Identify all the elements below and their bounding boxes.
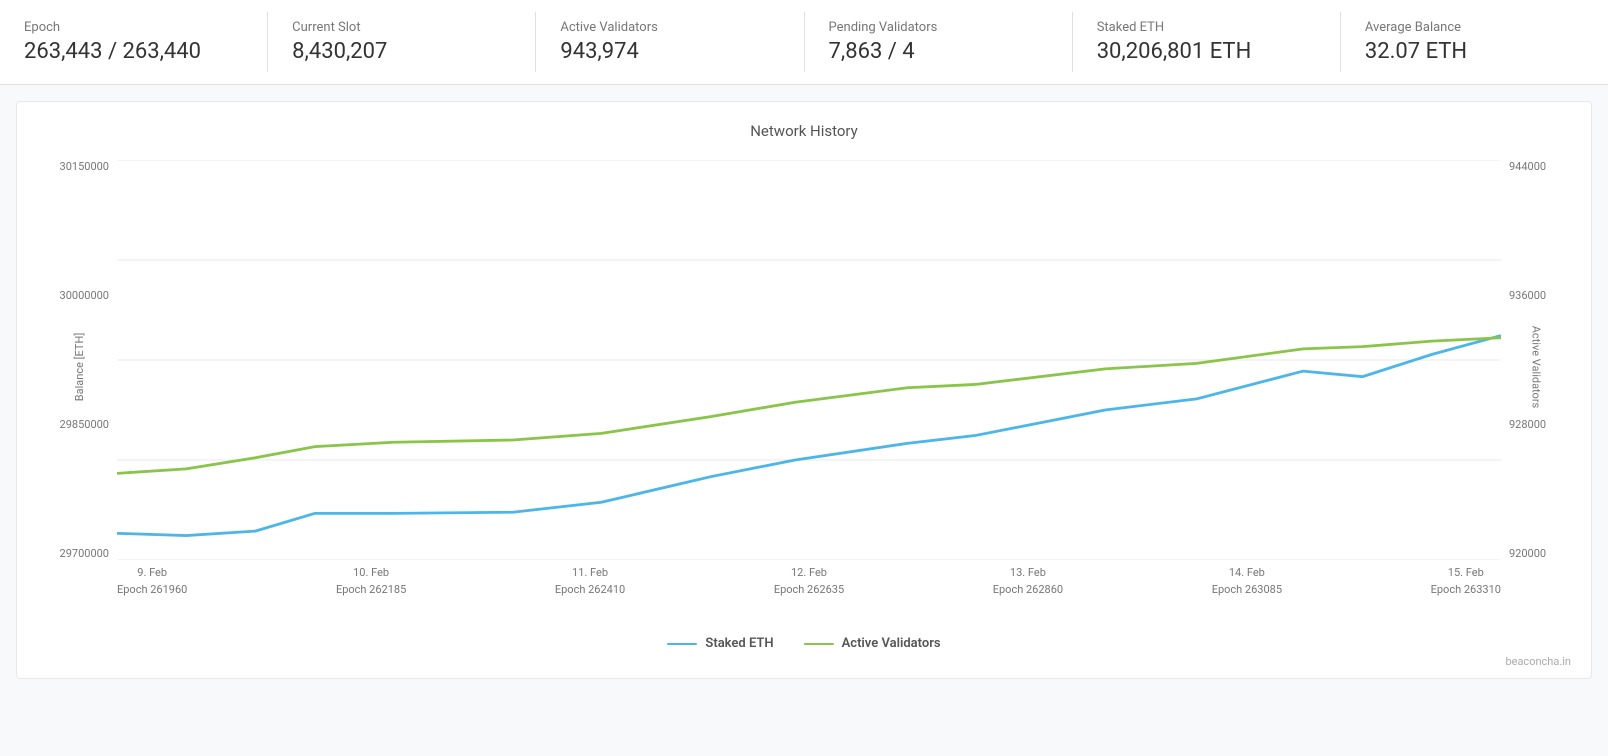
stat-staked-eth-value: 30,206,801 ETH	[1097, 39, 1316, 64]
chart-svg	[117, 160, 1501, 560]
y-left-label-0: 29700000	[60, 547, 109, 560]
y-axis-right-title: Active Validators	[1529, 326, 1542, 408]
stat-active-validators-value: 943,974	[560, 39, 779, 64]
stat-epoch: Epoch 263,443 / 263,440	[0, 12, 268, 72]
x-label-1: 10. Feb Epoch 262185	[336, 565, 406, 620]
chart-title: Network History	[27, 122, 1581, 140]
x-label-0: 9. Feb Epoch 261960	[117, 565, 187, 620]
stat-pending-validators-label: Pending Validators	[829, 20, 1048, 35]
legend-active-validators-label: Active Validators	[842, 636, 941, 651]
chart-legend: Staked ETH Active Validators	[27, 628, 1581, 651]
y-left-label-1: 29850000	[60, 418, 109, 431]
stat-epoch-value: 263,443 / 263,440	[24, 39, 243, 64]
y-left-label-2: 30000000	[60, 289, 109, 302]
stat-current-slot-label: Current Slot	[292, 20, 511, 35]
y-right-label-3: 944000	[1509, 160, 1546, 173]
stat-average-balance: Average Balance 32.07 ETH	[1341, 12, 1608, 72]
x-label-3: 12. Feb Epoch 262635	[774, 565, 844, 620]
y-left-label-3: 30150000	[60, 160, 109, 173]
x-axis: 9. Feb Epoch 261960 10. Feb Epoch 262185…	[117, 565, 1501, 620]
x-label-5: 14. Feb Epoch 263085	[1212, 565, 1282, 620]
stat-staked-eth: Staked ETH 30,206,801 ETH	[1073, 12, 1341, 72]
legend-staked-eth: Staked ETH	[667, 636, 773, 651]
stat-average-balance-value: 32.07 ETH	[1365, 39, 1584, 64]
y-right-label-1: 928000	[1509, 418, 1546, 431]
x-label-6: 15. Feb Epoch 263310	[1431, 565, 1501, 620]
x-label-4: 13. Feb Epoch 262860	[993, 565, 1063, 620]
legend-active-validators: Active Validators	[804, 636, 941, 651]
stat-active-validators-label: Active Validators	[560, 20, 779, 35]
staked-eth-line	[117, 336, 1501, 536]
stat-staked-eth-label: Staked ETH	[1097, 20, 1316, 35]
legend-active-validators-line	[804, 643, 834, 645]
y-right-label-0: 920000	[1509, 547, 1546, 560]
y-right-label-2: 936000	[1509, 289, 1546, 302]
legend-staked-eth-label: Staked ETH	[705, 636, 773, 651]
x-label-2: 11. Feb Epoch 262410	[555, 565, 625, 620]
stats-bar: Epoch 263,443 / 263,440 Current Slot 8,4…	[0, 0, 1608, 85]
chart-area: 29700000 29850000 30000000 30150000 Bala…	[27, 160, 1581, 620]
stat-pending-validators: Pending Validators 7,863 / 4	[805, 12, 1073, 72]
y-axis-left-title: Balance [ETH]	[73, 333, 86, 402]
legend-staked-eth-line	[667, 643, 697, 645]
chart-container: Network History 29700000 29850000 300000…	[16, 101, 1592, 679]
branding: beaconcha.in	[27, 655, 1581, 668]
stat-pending-validators-value: 7,863 / 4	[829, 39, 1048, 64]
stat-current-slot-value: 8,430,207	[292, 39, 511, 64]
svg-wrapper	[117, 160, 1501, 560]
stat-epoch-label: Epoch	[24, 20, 243, 35]
active-validators-line	[117, 338, 1501, 474]
stat-current-slot: Current Slot 8,430,207	[268, 12, 536, 72]
stat-average-balance-label: Average Balance	[1365, 20, 1584, 35]
stat-active-validators: Active Validators 943,974	[536, 12, 804, 72]
